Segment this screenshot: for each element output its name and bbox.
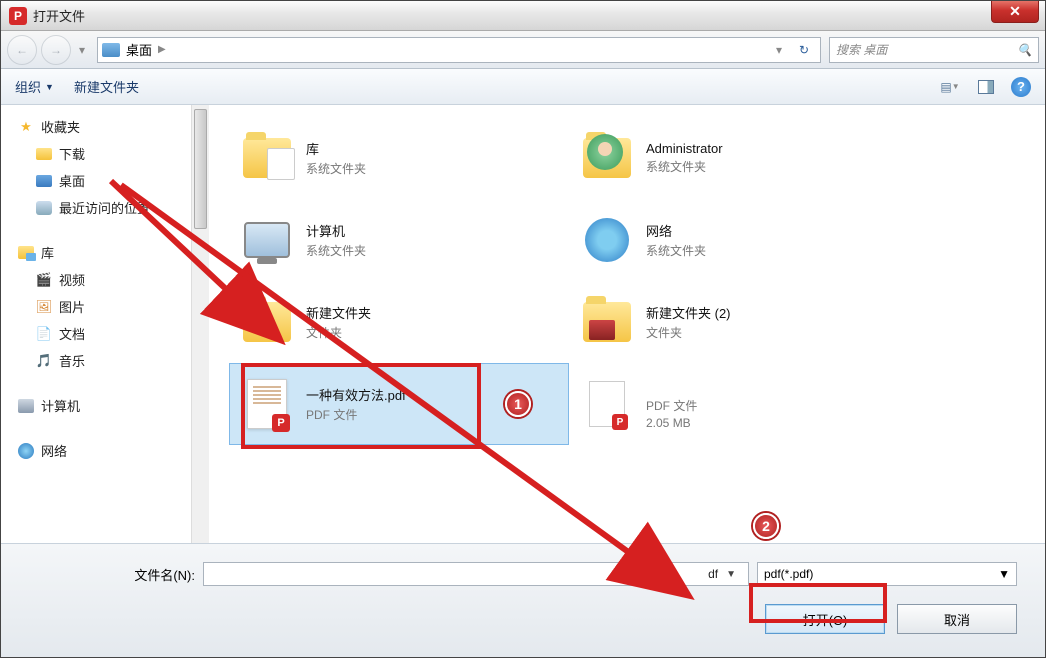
- location-icon: [102, 43, 120, 57]
- pdf-file-icon: [589, 381, 625, 427]
- view-mode-button[interactable]: ▤ ▼: [939, 78, 961, 96]
- filename-input[interactable]: df▼: [203, 562, 749, 586]
- dialog-footer: 文件名(N): df▼ pdf(*.pdf) ▼ 打开(O) 取消: [1, 543, 1045, 657]
- list-item[interactable]: Administrator系统文件夹: [569, 117, 909, 199]
- chevron-down-icon: ▼: [720, 569, 742, 580]
- forward-button[interactable]: →: [41, 35, 71, 65]
- open-file-dialog: P 打开文件 ✕ ← → ▾ 桌面 ▶ ▾ ↻ 搜索 桌面 🔍 组织 ▼ 新建文…: [0, 0, 1046, 658]
- library-icon: [18, 246, 34, 259]
- toolbar: 组织 ▼ 新建文件夹 ▤ ▼ ?: [1, 69, 1045, 105]
- view-icon: ▤: [940, 80, 951, 94]
- sidebar-favorites[interactable]: ★收藏夹: [17, 113, 205, 140]
- annotation-badge-1: 1: [505, 391, 531, 417]
- list-item[interactable]: 新建文件夹文件夹: [229, 281, 569, 363]
- help-button[interactable]: ?: [1011, 77, 1031, 97]
- sidebar-computer[interactable]: 计算机: [17, 392, 205, 419]
- help-icon: ?: [1017, 79, 1025, 94]
- open-button[interactable]: 打开(O): [765, 604, 885, 634]
- location-text: 桌面: [126, 40, 152, 59]
- chevron-down-icon: ▼: [45, 82, 54, 92]
- desktop-icon: [36, 175, 52, 187]
- network-icon: [18, 443, 34, 459]
- folder-icon: [583, 302, 631, 342]
- organize-menu[interactable]: 组织 ▼: [15, 77, 54, 96]
- app-icon: P: [9, 7, 27, 25]
- cancel-button[interactable]: 取消: [897, 604, 1017, 634]
- recent-icon: [36, 201, 52, 215]
- filetype-select[interactable]: pdf(*.pdf) ▼: [757, 562, 1017, 586]
- titlebar: P 打开文件 ✕: [1, 1, 1045, 31]
- picture-icon: 🖼: [35, 299, 53, 315]
- filename-label: 文件名(N):: [29, 565, 195, 584]
- search-icon: 🔍: [1017, 43, 1032, 57]
- sidebar-item-documents[interactable]: 📄文档: [17, 320, 205, 347]
- list-item[interactable]: 网络系统文件夹: [569, 199, 909, 281]
- folder-icon: [243, 302, 291, 342]
- user-folder-icon: [583, 138, 631, 178]
- sidebar-item-pictures[interactable]: 🖼图片: [17, 293, 205, 320]
- dialog-body: ★收藏夹 下载 桌面 最近访问的位置 库 🎬视频 🖼图片 📄文档 🎵音乐 计算机…: [1, 105, 1045, 543]
- annotation-badge-2: 2: [753, 513, 779, 539]
- sidebar-item-desktop[interactable]: 桌面: [17, 167, 205, 194]
- sidebar-network[interactable]: 网络: [17, 437, 205, 464]
- sidebar-item-recent[interactable]: 最近访问的位置: [17, 194, 205, 221]
- sidebar: ★收藏夹 下载 桌面 最近访问的位置 库 🎬视频 🖼图片 📄文档 🎵音乐 计算机…: [1, 105, 209, 543]
- location-dropdown[interactable]: ▾: [772, 35, 786, 65]
- library-folder-icon: [243, 138, 291, 178]
- back-button[interactable]: ←: [7, 35, 37, 65]
- address-bar[interactable]: 桌面 ▶ ▾ ↻: [97, 37, 821, 63]
- search-input[interactable]: 搜索 桌面 🔍: [829, 37, 1039, 63]
- sidebar-item-videos[interactable]: 🎬视频: [17, 266, 205, 293]
- pane-icon: [978, 80, 994, 94]
- close-icon: ✕: [1009, 3, 1021, 20]
- computer-icon: [18, 399, 34, 413]
- arrow-left-icon: ←: [16, 43, 28, 57]
- document-icon: 📄: [35, 326, 53, 342]
- list-item[interactable]: 计算机系统文件夹: [229, 199, 569, 281]
- music-icon: 🎵: [35, 353, 53, 369]
- breadcrumb-arrow-icon: ▶: [158, 44, 166, 55]
- search-placeholder: 搜索 桌面: [836, 41, 887, 58]
- list-item[interactable]: 新建文件夹 (2)文件夹: [569, 281, 909, 363]
- sidebar-item-downloads[interactable]: 下载: [17, 140, 205, 167]
- sidebar-item-music[interactable]: 🎵音乐: [17, 347, 205, 374]
- list-item[interactable]: PDF 文件2.05 MB: [569, 363, 909, 445]
- list-item[interactable]: 库系统文件夹: [229, 117, 569, 199]
- arrow-right-icon: →: [50, 43, 62, 57]
- window-title: 打开文件: [33, 6, 85, 25]
- navbar: ← → ▾ 桌面 ▶ ▾ ↻ 搜索 桌面 🔍: [1, 31, 1045, 69]
- file-list: 库系统文件夹 Administrator系统文件夹 计算机系统文件夹 网络系统文…: [209, 105, 1045, 543]
- chevron-down-icon: ▼: [998, 567, 1010, 581]
- sidebar-libraries[interactable]: 库: [17, 239, 205, 266]
- close-button[interactable]: ✕: [991, 1, 1039, 23]
- refresh-button[interactable]: ↻: [792, 38, 816, 62]
- star-icon: ★: [17, 119, 35, 135]
- scrollbar-thumb[interactable]: [194, 109, 207, 229]
- new-folder-button[interactable]: 新建文件夹: [74, 77, 139, 96]
- computer-folder-icon: [244, 222, 290, 258]
- folder-icon: [36, 148, 52, 160]
- preview-pane-button[interactable]: [975, 78, 997, 96]
- network-folder-icon: [585, 218, 629, 262]
- sidebar-scrollbar[interactable]: [191, 105, 209, 543]
- video-icon: 🎬: [35, 272, 53, 288]
- pdf-file-icon: [247, 379, 287, 429]
- history-dropdown[interactable]: ▾: [75, 35, 89, 65]
- filetype-value: pdf(*.pdf): [764, 567, 813, 581]
